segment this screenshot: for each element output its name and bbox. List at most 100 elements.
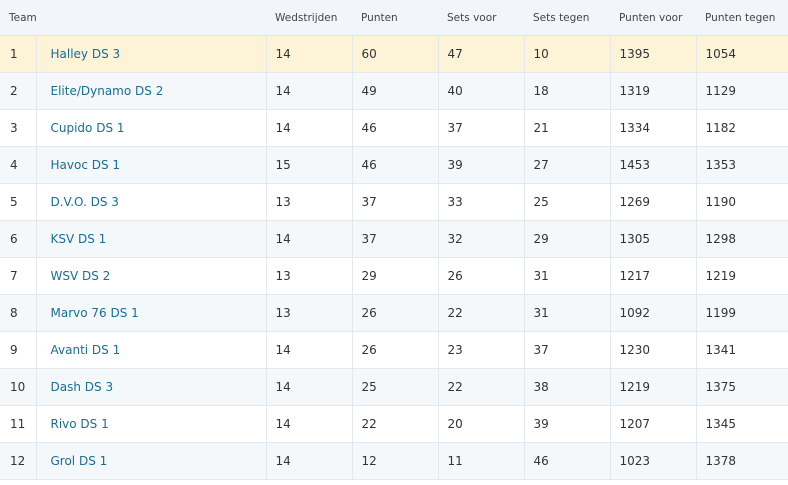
punten-tegen-cell: 1219 xyxy=(696,257,788,295)
table-row: 11 Rivo DS 1 14 22 20 39 1207 1345 xyxy=(0,405,788,443)
team-cell: Dash DS 3 xyxy=(36,368,267,406)
sets-voor-cell: 22 xyxy=(438,368,525,406)
team-link[interactable]: Halley DS 3 xyxy=(51,47,121,61)
team-cell: WSV DS 2 xyxy=(36,257,267,295)
punten-voor-cell: 1207 xyxy=(610,405,697,443)
team-link[interactable]: Cupido DS 1 xyxy=(51,121,125,135)
punten-tegen-cell: 1054 xyxy=(696,35,788,73)
punten-cell: 60 xyxy=(352,35,439,73)
punten-tegen-cell: 1298 xyxy=(696,220,788,258)
sets-voor-cell: 22 xyxy=(438,294,525,332)
sets-voor-cell: 32 xyxy=(438,220,525,258)
header-team: Team xyxy=(0,0,267,36)
punten-voor-cell: 1453 xyxy=(610,146,697,184)
team-cell: Cupido DS 1 xyxy=(36,109,267,147)
wedstrijden-cell: 14 xyxy=(266,368,353,406)
team-link[interactable]: Grol DS 1 xyxy=(51,454,108,468)
punten-cell: 26 xyxy=(352,331,439,369)
sets-voor-cell: 40 xyxy=(438,72,525,110)
punten-tegen-cell: 1341 xyxy=(696,331,788,369)
team-link[interactable]: Rivo DS 1 xyxy=(51,417,109,431)
punten-voor-cell: 1395 xyxy=(610,35,697,73)
rank-cell: 5 xyxy=(0,183,37,221)
team-link[interactable]: Avanti DS 1 xyxy=(51,343,121,357)
table-row: 10 Dash DS 3 14 25 22 38 1219 1375 xyxy=(0,368,788,406)
header-row: Team Wedstrijden Punten Sets voor Sets t… xyxy=(0,0,788,36)
punten-voor-cell: 1092 xyxy=(610,294,697,332)
sets-tegen-cell: 39 xyxy=(524,405,611,443)
punten-voor-cell: 1219 xyxy=(610,368,697,406)
wedstrijden-cell: 13 xyxy=(266,257,353,295)
table-row: 8 Marvo 76 DS 1 13 26 22 31 1092 1199 xyxy=(0,294,788,332)
rank-cell: 8 xyxy=(0,294,37,332)
punten-voor-cell: 1269 xyxy=(610,183,697,221)
sets-voor-cell: 47 xyxy=(438,35,525,73)
sets-tegen-cell: 25 xyxy=(524,183,611,221)
wedstrijden-cell: 15 xyxy=(266,146,353,184)
punten-tegen-cell: 1190 xyxy=(696,183,788,221)
punten-voor-cell: 1217 xyxy=(610,257,697,295)
header-sets-voor: Sets voor xyxy=(438,0,525,36)
punten-cell: 46 xyxy=(352,109,439,147)
table-row: 6 KSV DS 1 14 37 32 29 1305 1298 xyxy=(0,220,788,258)
sets-tegen-cell: 18 xyxy=(524,72,611,110)
punten-cell: 37 xyxy=(352,183,439,221)
punten-voor-cell: 1023 xyxy=(610,442,697,480)
punten-cell: 12 xyxy=(352,442,439,480)
rank-cell: 1 xyxy=(0,35,37,73)
team-cell: Elite/Dynamo DS 2 xyxy=(36,72,267,110)
wedstrijden-cell: 14 xyxy=(266,442,353,480)
rank-cell: 11 xyxy=(0,405,37,443)
sets-tegen-cell: 31 xyxy=(524,257,611,295)
rank-cell: 3 xyxy=(0,109,37,147)
header-wedstrijden: Wedstrijden xyxy=(266,0,353,36)
team-link[interactable]: Havoc DS 1 xyxy=(51,158,121,172)
punten-cell: 29 xyxy=(352,257,439,295)
sets-voor-cell: 20 xyxy=(438,405,525,443)
table-row: 4 Havoc DS 1 15 46 39 27 1453 1353 xyxy=(0,146,788,184)
team-link[interactable]: Marvo 76 DS 1 xyxy=(51,306,139,320)
sets-voor-cell: 39 xyxy=(438,146,525,184)
header-punten: Punten xyxy=(352,0,439,36)
sets-tegen-cell: 21 xyxy=(524,109,611,147)
table-row: 7 WSV DS 2 13 29 26 31 1217 1219 xyxy=(0,257,788,295)
punten-cell: 46 xyxy=(352,146,439,184)
punten-tegen-cell: 1345 xyxy=(696,405,788,443)
rank-cell: 10 xyxy=(0,368,37,406)
punten-cell: 37 xyxy=(352,220,439,258)
sets-tegen-cell: 10 xyxy=(524,35,611,73)
punten-tegen-cell: 1353 xyxy=(696,146,788,184)
sets-voor-cell: 33 xyxy=(438,183,525,221)
sets-voor-cell: 23 xyxy=(438,331,525,369)
header-sets-tegen: Sets tegen xyxy=(524,0,611,36)
team-link[interactable]: Dash DS 3 xyxy=(51,380,114,394)
table-row: 5 D.V.O. DS 3 13 37 33 25 1269 1190 xyxy=(0,183,788,221)
standings-table: Team Wedstrijden Punten Sets voor Sets t… xyxy=(0,0,788,480)
table-row: 12 Grol DS 1 14 12 11 46 1023 1378 xyxy=(0,442,788,480)
punten-tegen-cell: 1378 xyxy=(696,442,788,480)
punten-cell: 22 xyxy=(352,405,439,443)
wedstrijden-cell: 13 xyxy=(266,294,353,332)
punten-tegen-cell: 1182 xyxy=(696,109,788,147)
table-row: 2 Elite/Dynamo DS 2 14 49 40 18 1319 112… xyxy=(0,72,788,110)
wedstrijden-cell: 14 xyxy=(266,405,353,443)
rank-cell: 6 xyxy=(0,220,37,258)
wedstrijden-cell: 14 xyxy=(266,331,353,369)
punten-tegen-cell: 1129 xyxy=(696,72,788,110)
wedstrijden-cell: 14 xyxy=(266,72,353,110)
sets-tegen-cell: 31 xyxy=(524,294,611,332)
table-row: 1 Halley DS 3 14 60 47 10 1395 1054 xyxy=(0,35,788,73)
sets-tegen-cell: 46 xyxy=(524,442,611,480)
team-cell: KSV DS 1 xyxy=(36,220,267,258)
team-cell: Avanti DS 1 xyxy=(36,331,267,369)
sets-voor-cell: 26 xyxy=(438,257,525,295)
rank-cell: 7 xyxy=(0,257,37,295)
team-link[interactable]: Elite/Dynamo DS 2 xyxy=(51,84,164,98)
team-link[interactable]: KSV DS 1 xyxy=(51,232,107,246)
team-link[interactable]: WSV DS 2 xyxy=(51,269,111,283)
team-cell: D.V.O. DS 3 xyxy=(36,183,267,221)
header-punten-voor: Punten voor xyxy=(610,0,697,36)
team-link[interactable]: D.V.O. DS 3 xyxy=(51,195,119,209)
team-cell: Rivo DS 1 xyxy=(36,405,267,443)
team-cell: Grol DS 1 xyxy=(36,442,267,480)
